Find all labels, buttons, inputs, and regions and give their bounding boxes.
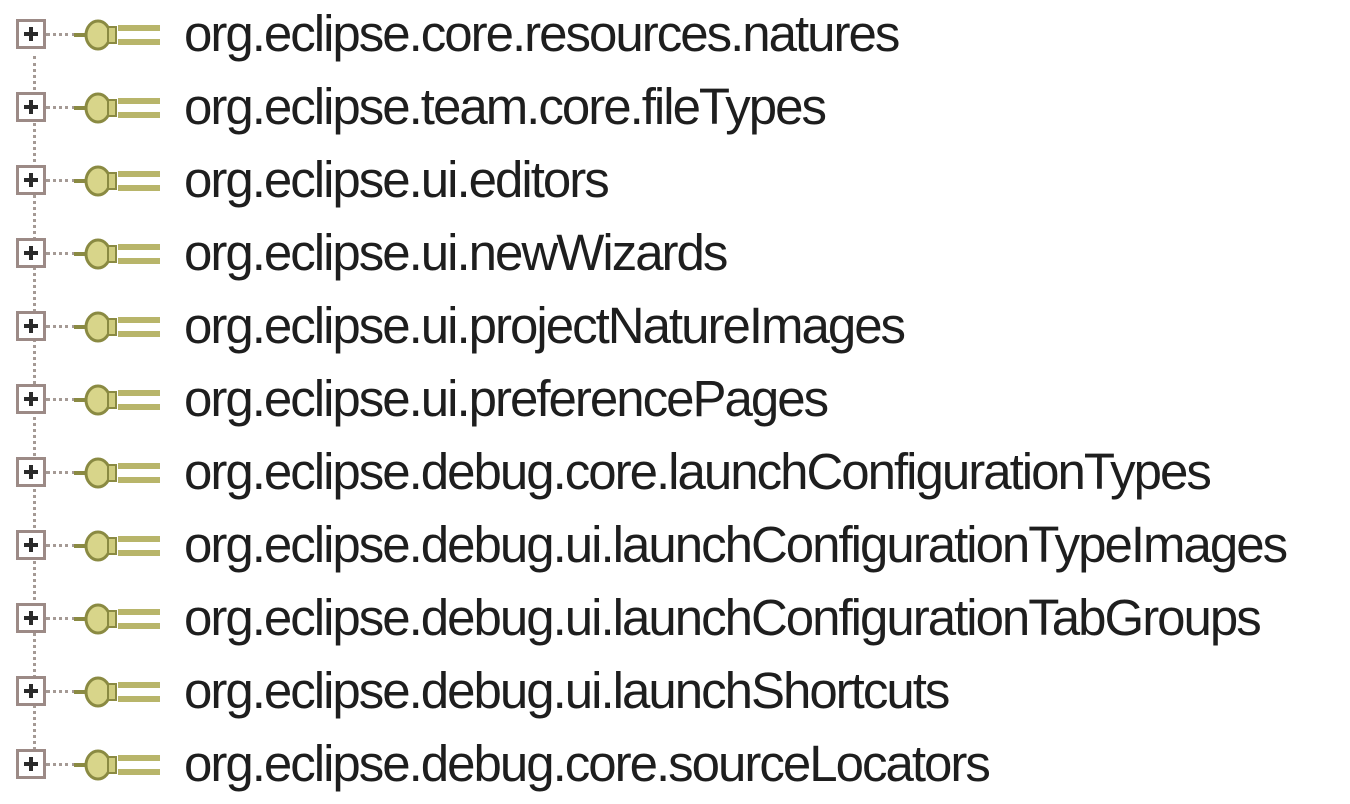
tree-connector [46, 471, 76, 474]
tree-item-label: org.eclipse.debug.ui.launchConfiguration… [184, 589, 1262, 646]
tree-item-5[interactable]: org.eclipse.ui.preferencePages [0, 365, 1350, 439]
extension-tree: org.eclipse.core.resources.natures org.e… [0, 0, 1350, 795]
tree-connector [46, 763, 76, 766]
tree-connector [46, 398, 76, 401]
tree-item-3[interactable]: org.eclipse.ui.newWizards [0, 219, 1350, 293]
tree-item-6[interactable]: org.eclipse.debug.core.launchConfigurati… [0, 438, 1350, 512]
tree-item-2[interactable]: org.eclipse.ui.editors [0, 146, 1350, 220]
tree-item-7[interactable]: org.eclipse.debug.ui.launchConfiguration… [0, 511, 1350, 585]
plus-expander-icon[interactable] [16, 238, 46, 268]
extension-point-plug-icon [74, 165, 160, 197]
extension-point-plug-icon [74, 603, 160, 635]
extension-point-plug-icon [74, 457, 160, 489]
tree-connector [46, 33, 76, 36]
extension-point-plug-icon [74, 530, 160, 562]
tree-item-label: org.eclipse.ui.editors [184, 151, 610, 208]
tree-item-label: org.eclipse.ui.newWizards [184, 224, 728, 281]
tree-item-label: org.eclipse.ui.projectNatureImages [184, 297, 906, 354]
plus-expander-icon[interactable] [16, 457, 46, 487]
tree-item-label: org.eclipse.debug.core.sourceLocators [184, 735, 991, 792]
extension-point-plug-icon [74, 749, 160, 781]
plus-expander-icon[interactable] [16, 384, 46, 414]
plus-expander-icon[interactable] [16, 603, 46, 633]
tree-item-8[interactable]: org.eclipse.debug.ui.launchConfiguration… [0, 584, 1350, 658]
plus-expander-icon[interactable] [16, 530, 46, 560]
tree-item-label: org.eclipse.ui.preferencePages [184, 370, 829, 427]
tree-item-label: org.eclipse.debug.core.launchConfigurati… [184, 443, 1212, 500]
tree-item-label: org.eclipse.team.core.fileTypes [184, 78, 827, 135]
extension-point-plug-icon [74, 238, 160, 270]
extension-point-plug-icon [74, 92, 160, 124]
plus-expander-icon[interactable] [16, 165, 46, 195]
tree-connector [46, 690, 76, 693]
tree-connector [46, 325, 76, 328]
extension-point-plug-icon [74, 676, 160, 708]
plus-expander-icon[interactable] [16, 749, 46, 779]
tree-connector [46, 544, 76, 547]
plus-expander-icon[interactable] [16, 92, 46, 122]
tree-item-9[interactable]: org.eclipse.debug.ui.launchShortcuts [0, 657, 1350, 731]
tree-item-4[interactable]: org.eclipse.ui.projectNatureImages [0, 292, 1350, 366]
plus-expander-icon[interactable] [16, 311, 46, 341]
tree-connector [46, 179, 76, 182]
extension-point-plug-icon [74, 384, 160, 416]
extension-point-plug-icon [74, 19, 160, 51]
tree-item-1[interactable]: org.eclipse.team.core.fileTypes [0, 73, 1350, 147]
tree-item-0[interactable]: org.eclipse.core.resources.natures [0, 0, 1350, 74]
tree-item-label: org.eclipse.debug.ui.launchShortcuts [184, 662, 950, 719]
tree-connector [46, 252, 76, 255]
tree-connector [46, 106, 76, 109]
tree-item-10[interactable]: org.eclipse.debug.core.sourceLocators [0, 730, 1350, 804]
tree-item-label: org.eclipse.debug.ui.launchConfiguration… [184, 516, 1288, 573]
plus-expander-icon[interactable] [16, 19, 46, 49]
plus-expander-icon[interactable] [16, 676, 46, 706]
tree-connector [46, 617, 76, 620]
tree-item-label: org.eclipse.core.resources.natures [184, 5, 900, 62]
extension-point-plug-icon [74, 311, 160, 343]
